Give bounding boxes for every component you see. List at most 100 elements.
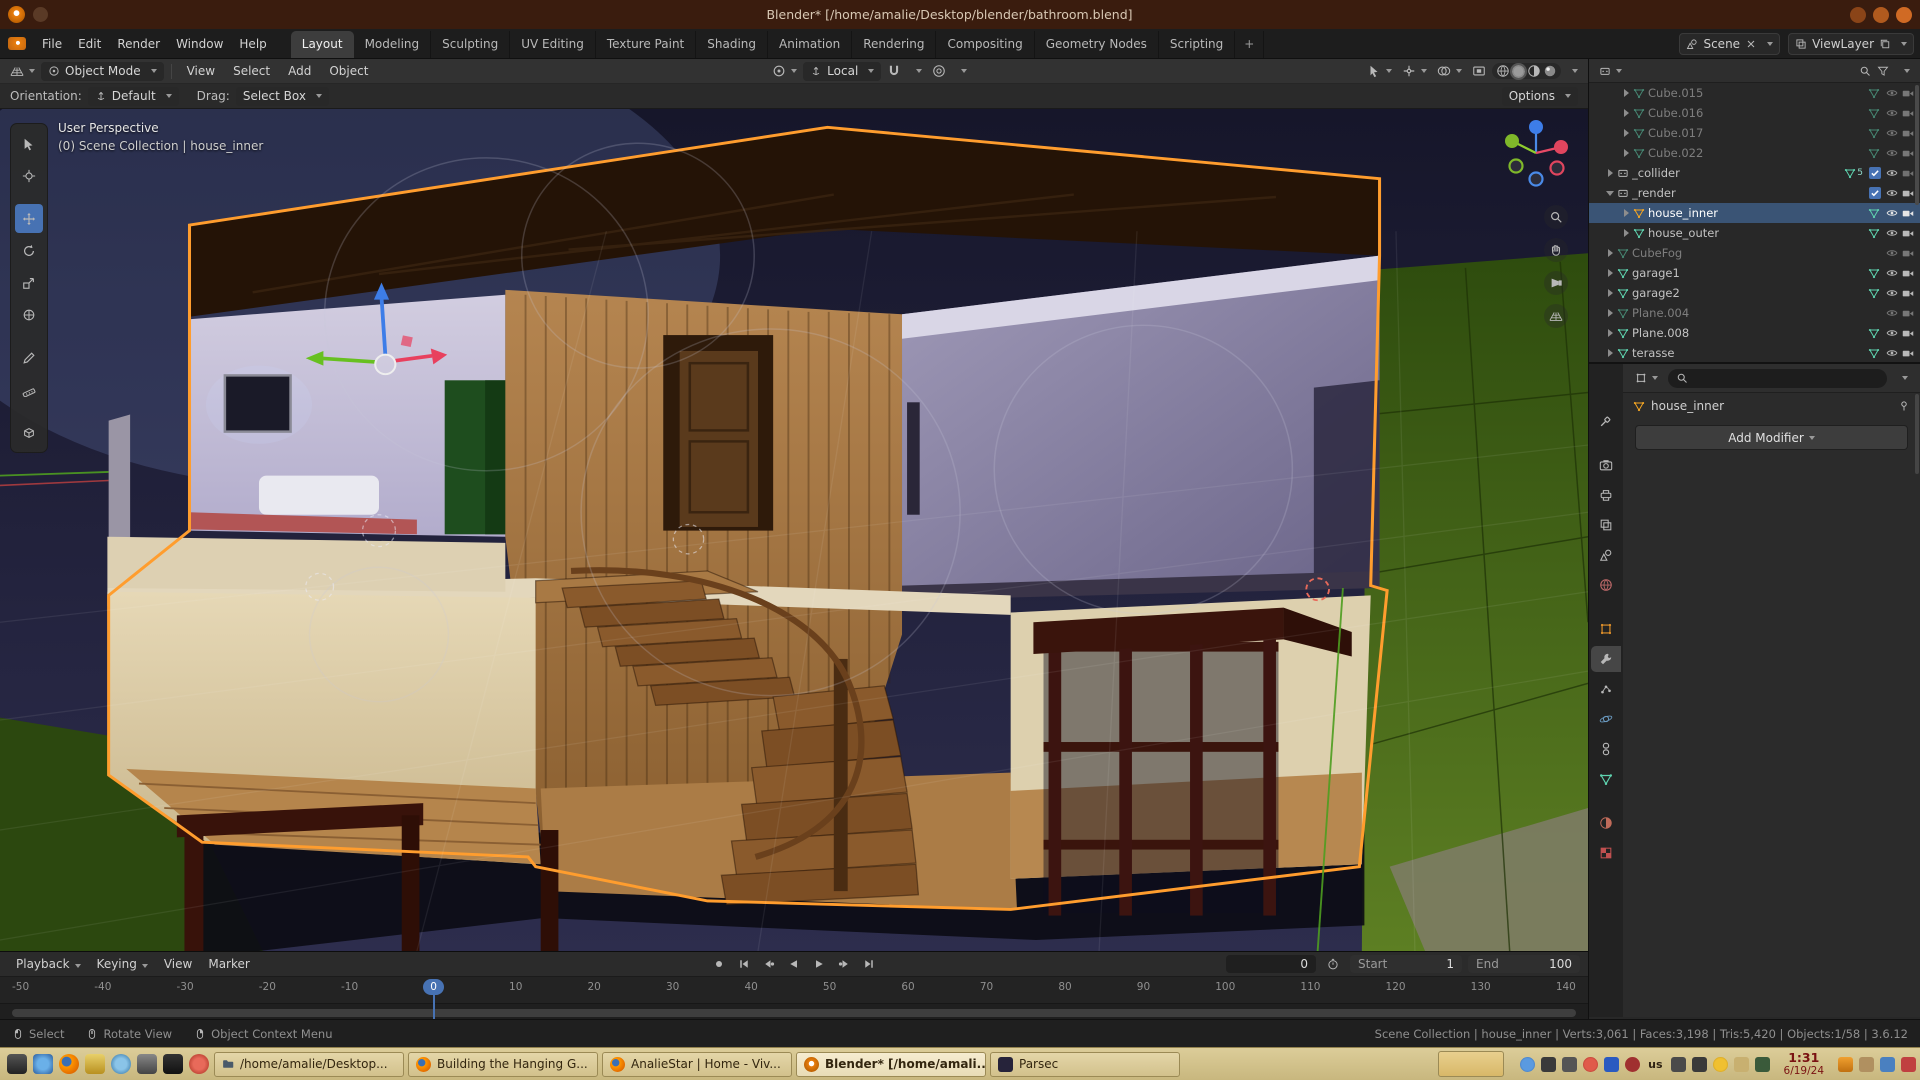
outliner-item[interactable]: _render [1589,183,1920,203]
tool-transform[interactable] [15,300,43,329]
frame-end-field[interactable]: End100 [1468,955,1580,973]
menu-edit[interactable]: Edit [70,34,109,54]
tool-rotate[interactable] [15,236,43,265]
thunderbird-icon[interactable] [111,1054,131,1074]
menu-file[interactable]: File [34,34,70,54]
pin-icon[interactable] [1898,400,1910,412]
expand-arrow[interactable] [1619,206,1633,220]
menu-help[interactable]: Help [231,34,274,54]
hide-eye-icon[interactable] [1886,227,1898,239]
viewlayer-selector[interactable]: ViewLayer [1788,33,1914,55]
timeline-ruler[interactable]: -50 -40 -30 -20 -10 0 10 20 30 40 50 60 … [0,976,1588,1003]
render-camera-icon[interactable] [1902,347,1914,359]
jump-to-start-button[interactable] [733,955,755,973]
collapse-arrow[interactable] [1603,186,1617,200]
outliner-item[interactable]: terasse [1589,343,1920,363]
shading-material-button[interactable] [1527,64,1541,78]
proportional-editing-settings[interactable] [952,62,971,81]
render-camera-icon[interactable] [1902,247,1914,259]
object-visibility-selector[interactable] [1363,62,1396,81]
hide-eye-icon[interactable] [1886,147,1898,159]
taskbar-clock[interactable]: 1:31 6/19/24 [1784,1051,1824,1077]
shading-wireframe-button[interactable] [1496,64,1510,78]
user-switch-tray-icon[interactable] [1859,1057,1874,1072]
proportional-editing-toggle[interactable] [928,62,950,81]
add-modifier-button[interactable]: Add Modifier [1635,425,1908,450]
hide-eye-icon[interactable] [1886,167,1898,179]
tab-view-layer[interactable] [1591,512,1621,538]
tab-object-data[interactable] [1591,766,1621,792]
properties-options[interactable] [1893,369,1912,388]
outliner-item[interactable]: Plane.008 [1589,323,1920,343]
menu-keying[interactable]: Keying [89,954,156,974]
tool-cursor[interactable] [15,161,43,190]
outliner-item[interactable]: _collider 5 [1589,163,1920,183]
menu-object[interactable]: Object [321,61,376,81]
expand-arrow[interactable] [1603,246,1617,260]
workspace-tab-rendering[interactable]: Rendering [852,31,936,58]
terminal-icon[interactable] [163,1054,183,1074]
workspace-tab-texture-paint[interactable]: Texture Paint [596,31,696,58]
tool-measure[interactable] [15,375,43,404]
menu-add[interactable]: Add [280,61,319,81]
render-camera-icon[interactable] [1902,87,1914,99]
volume-tray-icon[interactable] [1671,1057,1686,1072]
applications-menu-icon[interactable] [7,1054,27,1074]
hide-eye-icon[interactable] [1886,207,1898,219]
tab-tool[interactable] [1591,408,1621,434]
outliner-item[interactable]: garage1 [1589,263,1920,283]
menu-select[interactable]: Select [225,61,278,81]
viewport-3d-scene[interactable] [0,109,1588,951]
taskbar-widget[interactable] [1438,1051,1504,1077]
taskbar-window-files[interactable]: /home/amalie/Desktop... [214,1052,404,1077]
use-preview-range-toggle[interactable] [1322,955,1344,973]
collection-checkbox[interactable] [1869,187,1881,199]
tab-render[interactable] [1591,452,1621,478]
workspace-tab-compositing[interactable]: Compositing [936,31,1034,58]
outliner-item[interactable]: Cube.017 [1589,123,1920,143]
render-camera-icon[interactable] [1902,227,1914,239]
expand-arrow[interactable] [1619,86,1633,100]
prev-keyframe-button[interactable] [758,955,780,973]
outliner-item-active[interactable]: house_inner [1589,203,1920,223]
updates-tray-icon[interactable] [1880,1057,1895,1072]
tab-modifiers[interactable] [1591,646,1621,672]
expand-arrow[interactable] [1603,166,1617,180]
render-camera-icon[interactable] [1902,267,1914,279]
battery-tray-icon[interactable] [1755,1057,1770,1072]
tool-scale[interactable] [15,268,43,297]
workspace-tab-shading[interactable]: Shading [696,31,768,58]
show-overlays-toggle[interactable] [1433,62,1466,81]
orientation-dropdown[interactable]: Default [88,87,179,106]
render-camera-icon[interactable] [1902,327,1914,339]
render-camera-icon[interactable] [1902,127,1914,139]
expand-arrow[interactable] [1603,346,1617,360]
render-camera-icon[interactable] [1902,307,1914,319]
menu-marker[interactable]: Marker [200,954,257,974]
workspace-tab-geometry-nodes[interactable]: Geometry Nodes [1035,31,1159,58]
screenshot-tray-icon[interactable] [1562,1057,1577,1072]
tab-texture[interactable] [1591,840,1621,866]
expand-arrow[interactable] [1603,286,1617,300]
kdeconnect-tray-icon[interactable] [1625,1057,1640,1072]
notifications-bell-icon[interactable] [1713,1057,1728,1072]
tab-physics[interactable] [1591,706,1621,732]
workspace-tab-uv-editing[interactable]: UV Editing [510,31,596,58]
taskbar-window-parsec[interactable]: Parsec [990,1052,1180,1077]
record-tray-icon[interactable] [1583,1057,1598,1072]
outliner-item[interactable]: garage2 [1589,283,1920,303]
tool-select-box[interactable] [15,129,43,158]
jump-to-end-button[interactable] [858,955,880,973]
blender-app-menu-icon[interactable] [8,37,26,50]
outliner-scrollbar[interactable] [1915,85,1919,205]
tool-move[interactable] [15,204,43,233]
outliner-filter-icon[interactable] [1877,65,1889,77]
transform-orientation-selector[interactable]: Local [803,62,881,81]
properties-scrollbar[interactable] [1915,394,1919,474]
play-reverse-button[interactable] [783,955,805,973]
render-camera-icon[interactable] [1902,207,1914,219]
frame-start-field[interactable]: Start1 [1350,955,1462,973]
menu-view-timeline[interactable]: View [156,954,200,974]
tool-annotate[interactable] [15,343,43,372]
expand-arrow[interactable] [1603,306,1617,320]
